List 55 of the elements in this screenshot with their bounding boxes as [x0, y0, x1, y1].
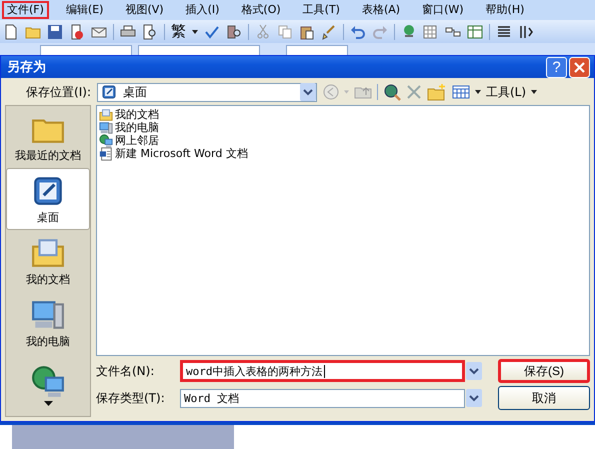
menu-item[interactable]: 编辑(E) — [60, 1, 108, 19]
caret-icon[interactable] — [192, 30, 198, 34]
file-item[interactable]: 网上邻居 — [99, 134, 587, 147]
views-icon[interactable] — [452, 84, 470, 100]
save-in-dropdown[interactable]: 桌面 — [97, 82, 317, 102]
menu-item[interactable]: 文件(F) — [2, 1, 49, 19]
traditional-chinese-button[interactable]: 繁 — [171, 22, 186, 41]
places-item[interactable]: 桌面 — [6, 168, 90, 230]
file-type-dropdown[interactable]: Word 文档 — [180, 388, 465, 408]
documents-folder-icon — [99, 108, 113, 122]
undo-icon[interactable] — [350, 24, 366, 40]
network-icon — [31, 364, 65, 398]
globe-search-icon[interactable] — [383, 83, 401, 101]
file-item[interactable]: 新建 Microsoft Word 文档 — [99, 147, 587, 160]
spelling-check-icon[interactable] — [204, 24, 220, 40]
help-button[interactable]: ? — [546, 56, 567, 78]
columns-icon[interactable] — [496, 24, 512, 40]
printer-icon[interactable] — [120, 24, 136, 40]
menu-item[interactable]: 表格(A) — [356, 1, 406, 19]
spreadsheet-icon[interactable] — [467, 24, 483, 40]
file-name-field[interactable]: word中插入表格的两种方法 — [180, 360, 465, 382]
save-icon[interactable] — [47, 24, 63, 40]
caret-icon[interactable] — [475, 90, 481, 94]
desktop-icon — [101, 84, 117, 100]
book-magnifier-icon[interactable] — [226, 24, 242, 40]
page-with-stop-icon[interactable] — [69, 24, 85, 40]
places-item[interactable]: 我的电脑 — [6, 292, 90, 354]
network-icon — [99, 134, 113, 148]
menu-item[interactable]: 插入(I) — [180, 1, 224, 19]
computer-icon — [99, 120, 113, 134]
clipboard-icon[interactable] — [299, 24, 315, 40]
brush-icon[interactable] — [321, 24, 337, 40]
globe-link-icon[interactable] — [401, 24, 417, 40]
file-item[interactable]: 我的文档 — [99, 108, 587, 121]
word-document-icon — [99, 146, 113, 160]
dialog-title: 另存为 — [7, 59, 46, 76]
tools-menu[interactable]: 工具(L) — [486, 84, 526, 100]
magnifier-page-icon[interactable] — [142, 24, 158, 40]
menu-item[interactable]: 格式(O) — [236, 1, 286, 19]
menu-item[interactable]: 视图(V) — [120, 1, 169, 19]
file-name-label: 文件名(N): — [96, 362, 156, 380]
save-in-label: 保存位置(I): — [25, 84, 91, 100]
menu-item[interactable]: 帮助(H) — [480, 1, 530, 19]
file-item[interactable]: 我的电脑 — [99, 121, 587, 134]
menu-item[interactable]: 窗口(W) — [417, 1, 469, 19]
places-item[interactable]: 我的文档 — [6, 230, 90, 292]
scroll-down-icon[interactable] — [44, 400, 52, 406]
close-icon[interactable] — [569, 56, 590, 78]
cancel-button[interactable]: 取消 — [498, 386, 590, 410]
menu-item[interactable]: 工具(T) — [298, 1, 345, 19]
caret-icon[interactable] — [531, 90, 538, 94]
blank-page-icon[interactable] — [3, 24, 19, 40]
file-type-label: 保存类型(T): — [96, 390, 166, 406]
save-button[interactable]: 保存(S) — [498, 359, 590, 383]
places-item[interactable]: 我最近的文档 — [6, 106, 90, 168]
